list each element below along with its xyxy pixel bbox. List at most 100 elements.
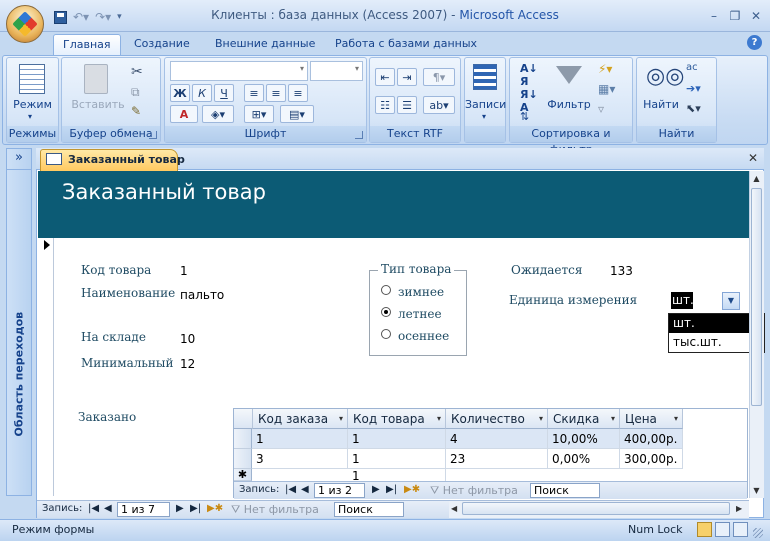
font-color-button[interactable]: А: [170, 105, 198, 123]
design-view-icon[interactable]: [733, 522, 748, 537]
search-input[interactable]: Поиск: [530, 483, 600, 498]
name-field[interactable]: пальто: [180, 288, 224, 302]
radio-winter[interactable]: [381, 285, 391, 295]
chevron-down-icon[interactable]: ▾: [482, 112, 486, 121]
new-record-row-selector[interactable]: ✱: [234, 469, 252, 481]
scroll-up-icon[interactable]: ▲: [750, 174, 763, 183]
stock-field[interactable]: 10: [180, 332, 195, 346]
next-record-icon[interactable]: ▶: [372, 484, 380, 495]
row-selector[interactable]: [234, 429, 252, 449]
view-button-label[interactable]: Режим: [7, 98, 58, 111]
highlight-icon[interactable]: ab▾: [423, 96, 455, 114]
tab-external-data[interactable]: Внешние данные: [206, 34, 324, 55]
search-input[interactable]: Поиск: [334, 502, 404, 517]
no-filter-button[interactable]: ⛛ Нет фильтра: [430, 484, 518, 498]
unit-combo-value[interactable]: шт.: [671, 292, 694, 309]
table-cell[interactable]: 1: [348, 449, 446, 469]
scroll-left-icon[interactable]: ◀: [451, 504, 457, 513]
row-selector[interactable]: [234, 449, 252, 469]
select-icon[interactable]: ⬉▾: [686, 102, 701, 115]
office-button[interactable]: [6, 5, 44, 43]
dialog-launcher-icon[interactable]: [149, 131, 157, 139]
clear-sort-icon[interactable]: ⇅: [520, 110, 529, 123]
advanced-filter-icon[interactable]: ▦▾: [598, 82, 615, 96]
last-record-icon[interactable]: ▶|: [190, 503, 201, 514]
prev-record-icon[interactable]: ◀: [301, 484, 309, 495]
radio-autumn[interactable]: [381, 329, 391, 339]
record-selector[interactable]: [38, 238, 54, 496]
font-size-combo[interactable]: ▾: [310, 61, 363, 81]
table-cell[interactable]: 400,00р.: [620, 429, 683, 449]
record-position-input[interactable]: 1 из 2: [314, 483, 365, 498]
tab-create[interactable]: Создание: [125, 34, 199, 55]
close-icon[interactable]: ✕: [748, 9, 764, 23]
selection-filter-icon[interactable]: ⚡▾: [598, 62, 612, 76]
replace-icon[interactable]: ac: [686, 62, 698, 73]
column-header[interactable]: Код заказа ▾: [253, 409, 348, 429]
help-icon[interactable]: ?: [747, 35, 762, 50]
find-button-label[interactable]: Найти: [637, 98, 685, 111]
table-cell[interactable]: 4: [446, 429, 548, 449]
italic-button[interactable]: К: [192, 84, 212, 102]
tab-home[interactable]: Главная: [53, 34, 121, 55]
paste-icon[interactable]: [84, 64, 108, 94]
chevron-down-icon[interactable]: ▾: [28, 112, 32, 121]
last-record-icon[interactable]: ▶|: [386, 484, 397, 495]
radio-summer[interactable]: [381, 307, 391, 317]
column-header[interactable]: Цена ▾: [620, 409, 683, 429]
binoculars-icon[interactable]: ◎◎: [646, 64, 684, 89]
numbering-icon[interactable]: ☷: [375, 96, 395, 114]
prev-record-icon[interactable]: ◀: [104, 503, 112, 514]
first-record-icon[interactable]: |◀: [88, 503, 99, 514]
paragraph-icon[interactable]: ¶▾: [423, 68, 455, 86]
toggle-filter-icon[interactable]: ▿: [598, 102, 604, 116]
align-right-icon[interactable]: ≡: [288, 84, 308, 102]
table-cell[interactable]: 1: [348, 429, 446, 449]
decrease-indent-icon[interactable]: ⇤: [375, 68, 395, 86]
underline-button[interactable]: Ч: [214, 84, 234, 102]
bullets-icon[interactable]: ☰: [397, 96, 417, 114]
fill-color-icon[interactable]: ◈▾: [202, 105, 234, 123]
first-record-icon[interactable]: |◀: [285, 484, 296, 495]
restore-icon[interactable]: ❐: [727, 9, 743, 23]
format-painter-icon[interactable]: ✎: [131, 104, 141, 118]
tab-database-tools[interactable]: Работа с базами данных: [326, 34, 486, 55]
close-document-icon[interactable]: ✕: [748, 151, 758, 165]
column-header[interactable]: Скидка ▾: [548, 409, 620, 429]
view-icon[interactable]: [19, 64, 45, 94]
increase-indent-icon[interactable]: ⇥: [397, 68, 417, 86]
table-cell[interactable]: 23: [446, 449, 548, 469]
copy-icon[interactable]: ⧉: [131, 85, 140, 100]
paste-button-label[interactable]: Вставить: [62, 98, 134, 111]
align-center-icon[interactable]: ≡: [266, 84, 286, 102]
align-left-icon[interactable]: ≡: [244, 84, 264, 102]
cut-icon[interactable]: ✂: [131, 64, 143, 80]
chevron-down-icon[interactable]: ▼: [722, 292, 740, 310]
gridlines-icon[interactable]: ⊞▾: [244, 105, 274, 123]
datasheet-view-icon[interactable]: [715, 522, 730, 537]
column-header[interactable]: Код товара ▾: [348, 409, 446, 429]
table-cell[interactable]: 1: [252, 429, 348, 449]
dialog-launcher-icon[interactable]: [355, 131, 363, 139]
table-cell[interactable]: 300,00р.: [620, 449, 683, 469]
nav-pane-toggle[interactable]: »: [6, 148, 32, 170]
table-cell[interactable]: 3: [252, 449, 348, 469]
bold-button[interactable]: Ж: [170, 84, 190, 102]
scroll-right-icon[interactable]: ▶: [736, 504, 742, 513]
records-button-label[interactable]: Записи: [465, 98, 506, 111]
alternate-fill-icon[interactable]: ▤▾: [280, 105, 314, 123]
no-filter-button[interactable]: ⛛ Нет фильтра: [231, 503, 319, 517]
horizontal-scroll-thumb[interactable]: [462, 502, 730, 515]
font-name-combo[interactable]: ▾: [170, 61, 308, 81]
table-cell[interactable]: 1: [348, 469, 446, 481]
expected-field[interactable]: 133: [610, 264, 633, 278]
new-record-icon[interactable]: ▶✱: [404, 484, 420, 495]
form-view-icon[interactable]: [697, 522, 712, 537]
vertical-scroll-thumb[interactable]: [751, 188, 762, 406]
goto-icon[interactable]: ➔▾: [686, 82, 701, 95]
filter-button-label[interactable]: Фильтр: [544, 98, 594, 111]
filter-icon[interactable]: [556, 66, 582, 84]
resize-grip-icon[interactable]: [753, 528, 763, 538]
select-all-corner[interactable]: [234, 409, 253, 429]
table-cell[interactable]: 0,00%: [548, 449, 620, 469]
